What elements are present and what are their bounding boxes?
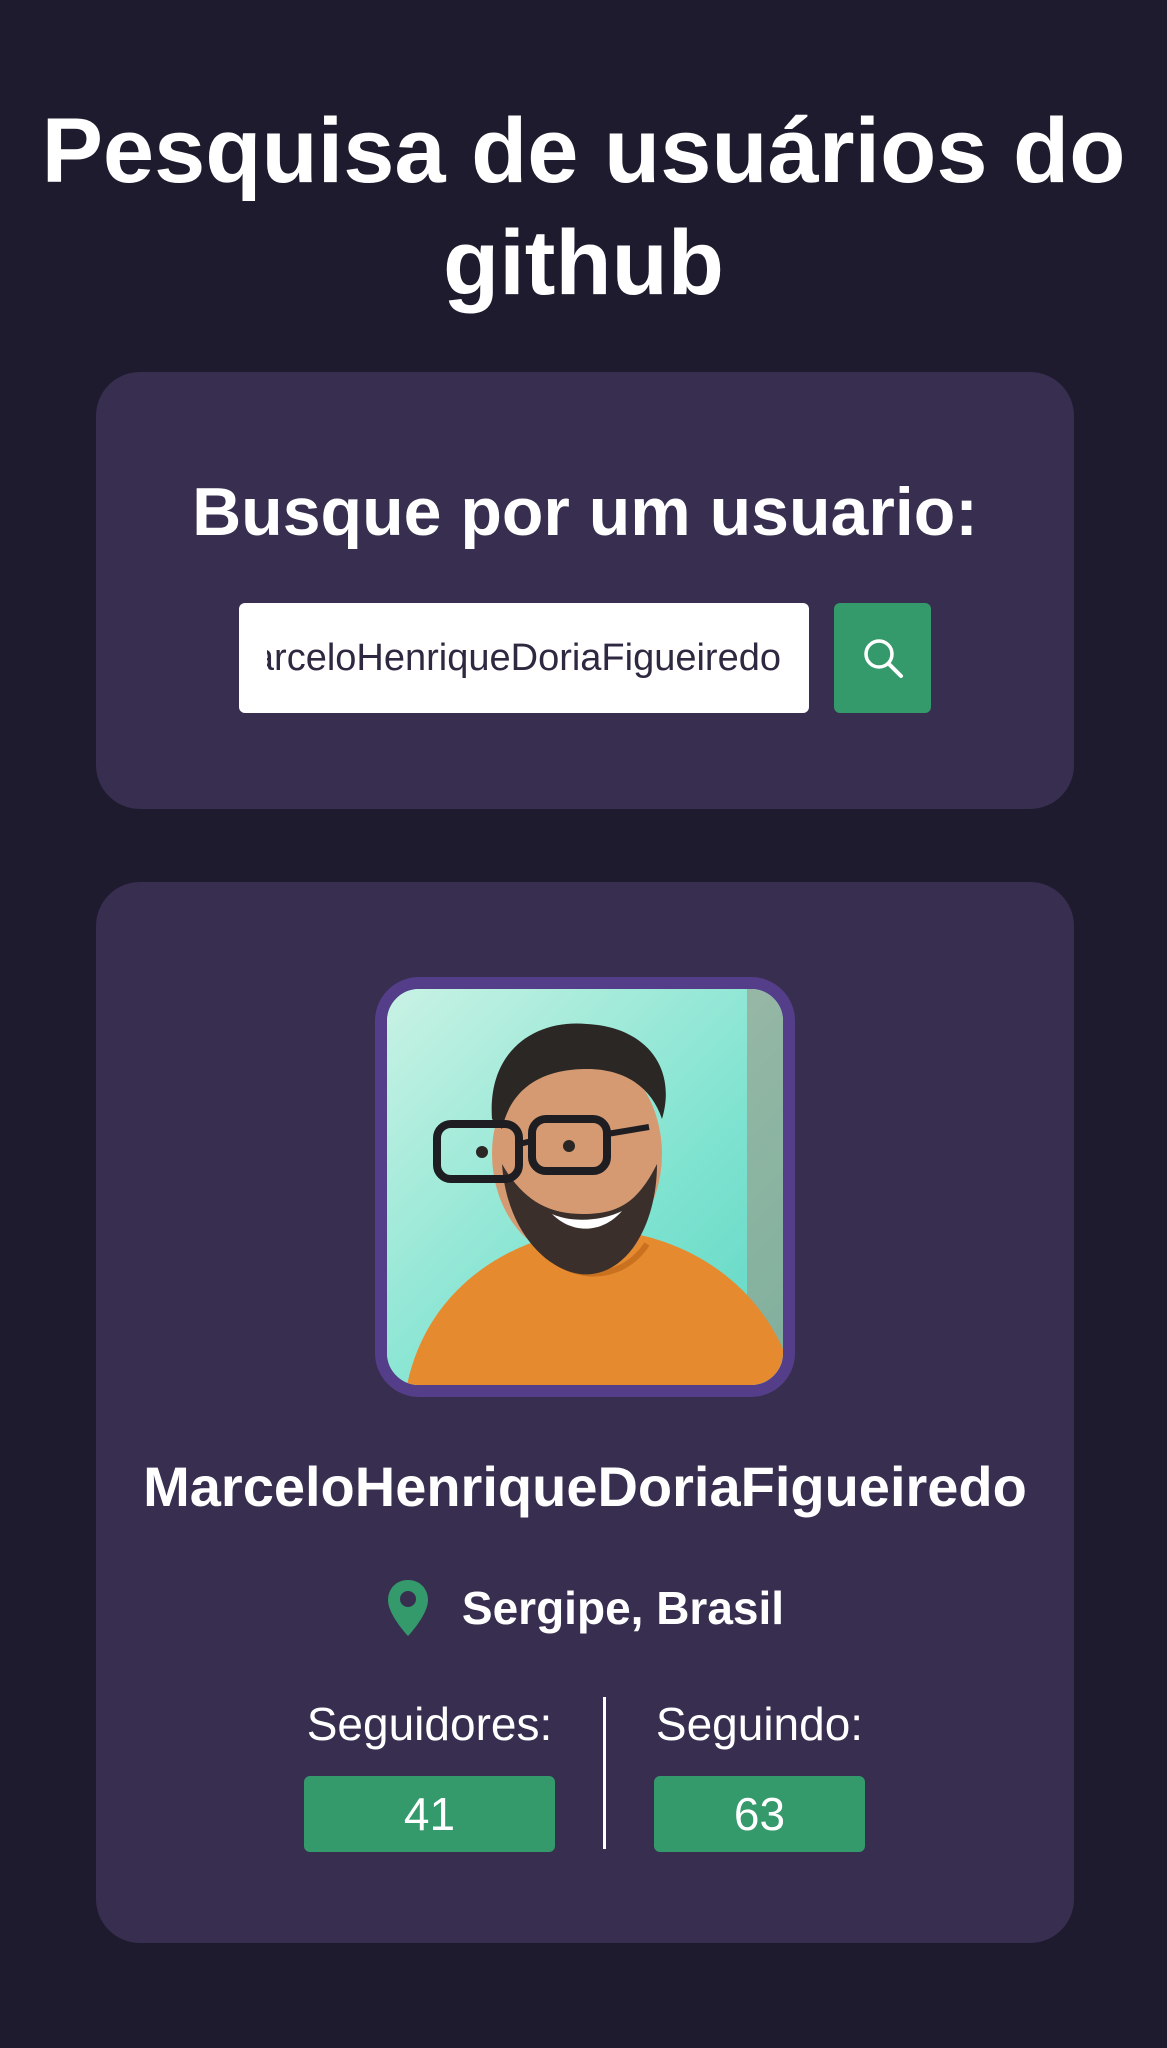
location-text: Sergipe, Brasil <box>461 1582 785 1634</box>
profile-card: MarceloHenriqueDoriaFigueiredo Sergipe, … <box>96 882 1074 1943</box>
page-title: Pesquisa de usuários do github <box>41 100 1126 314</box>
search-heading: Busque por um usuario: <box>192 474 978 550</box>
map-pin-icon <box>387 1580 428 1636</box>
stats-divider <box>603 1697 606 1849</box>
search-input[interactable] <box>239 603 809 713</box>
following-stat: Seguindo: 63 <box>654 1694 865 1852</box>
followers-count: 41 <box>304 1776 555 1852</box>
search-button[interactable] <box>834 603 931 713</box>
avatar <box>375 977 795 1397</box>
search-card: Busque por um usuario: <box>96 372 1074 809</box>
following-count: 63 <box>654 1776 865 1852</box>
profile-username: MarceloHenriqueDoriaFigueiredo <box>143 1455 1027 1518</box>
profile-location: Sergipe, Brasil <box>96 1578 1074 1638</box>
following-label: Seguindo: <box>655 1698 864 1750</box>
search-icon <box>863 639 903 678</box>
followers-stat: Seguidores: 41 <box>304 1694 555 1852</box>
followers-label: Seguidores: <box>306 1698 553 1750</box>
